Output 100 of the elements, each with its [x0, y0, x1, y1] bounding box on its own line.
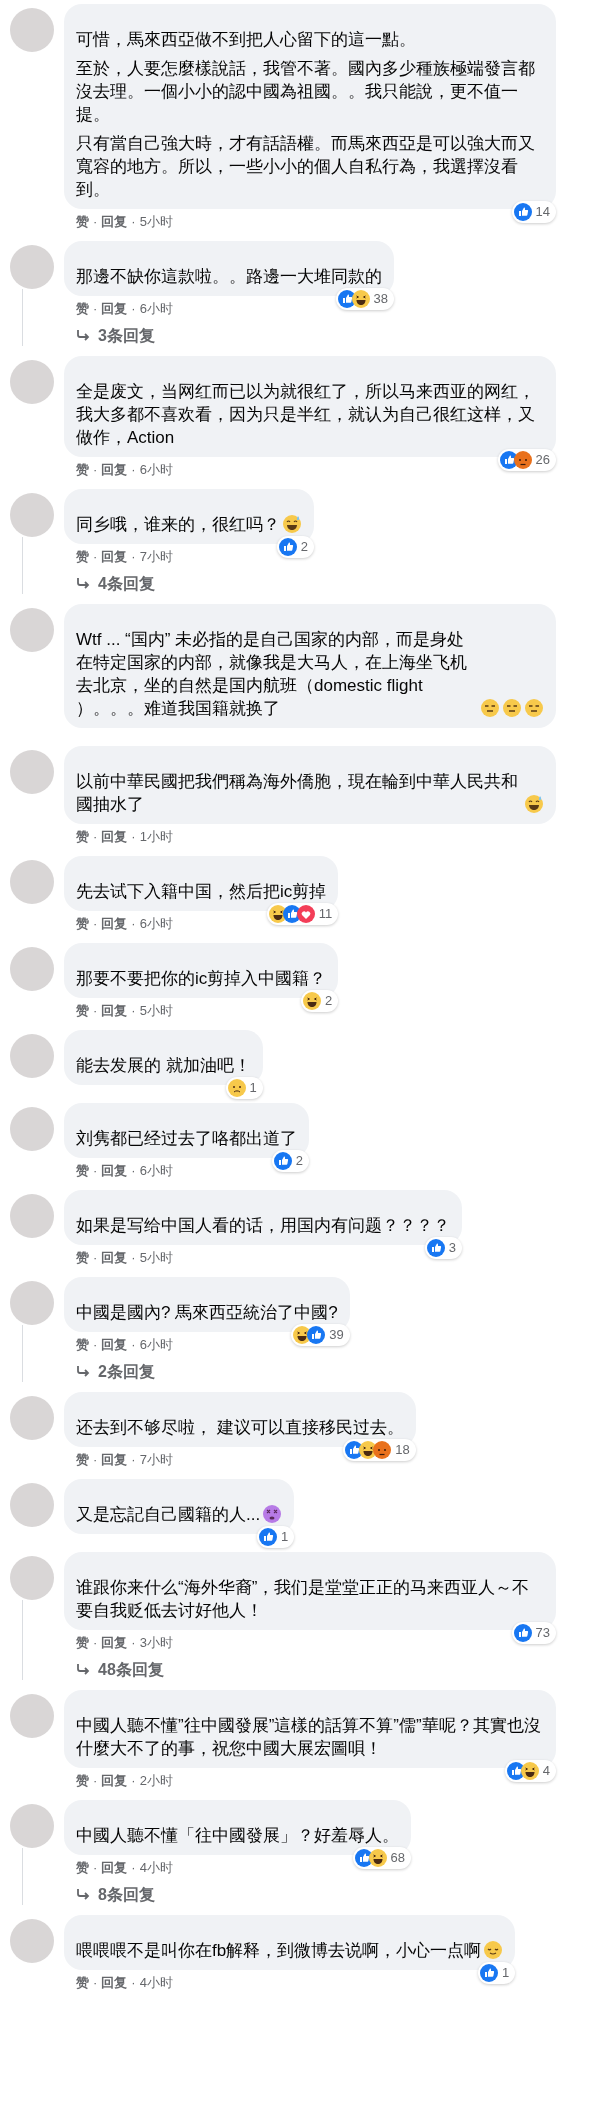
reply-link[interactable]: 回复 [101, 1002, 128, 1020]
comment-text: 中國人聽不懂”往中國發展”這樣的話算不算”儒”華呢？其實也沒什麼大不了的事，祝您中國大展宏圖唄！ [76, 1715, 542, 1760]
separator-dot: · [131, 1974, 136, 1992]
reaction-summary[interactable]: 1 [256, 1526, 295, 1548]
reaction-summary[interactable]: 2 [276, 536, 314, 558]
like-link[interactable]: 赞 [76, 828, 89, 846]
reply-link[interactable]: 回复 [101, 1162, 128, 1180]
reaction-summary[interactable]: 3 [424, 1237, 462, 1259]
reply-link[interactable]: 回复 [101, 548, 128, 566]
avatar[interactable] [10, 860, 54, 904]
view-replies-link[interactable]: 48条回复 [64, 1652, 164, 1680]
like-link[interactable]: 赞 [76, 1859, 89, 1877]
reaction-summary[interactable]: 2 [271, 1150, 309, 1172]
dizzy-emoji-icon [262, 1504, 283, 1524]
like-link[interactable]: 赞 [76, 1772, 89, 1790]
reaction-summary[interactable]: 4 [504, 1760, 556, 1782]
like-link[interactable]: 赞 [76, 1974, 89, 1992]
reply-link[interactable]: 回复 [101, 213, 128, 231]
reaction-count: 4 [542, 1762, 550, 1781]
avatar[interactable] [10, 1034, 54, 1078]
like-link[interactable]: 赞 [76, 1002, 89, 1020]
separator-dot: · [93, 828, 98, 846]
reaction-summary[interactable]: 39 [291, 1324, 350, 1346]
like-reaction-icon [513, 203, 532, 221]
reaction-count: 3 [448, 1239, 456, 1258]
avatar[interactable] [10, 8, 54, 52]
like-link[interactable]: 赞 [76, 1634, 89, 1652]
reaction-summary[interactable]: 73 [511, 1622, 556, 1644]
reaction-summary[interactable]: 26 [497, 449, 556, 471]
like-link[interactable]: 赞 [76, 461, 89, 479]
reaction-summary[interactable]: 1 [225, 1077, 263, 1099]
reply-link[interactable]: 回复 [101, 828, 128, 846]
view-replies-link[interactable]: 4条回复 [64, 566, 155, 594]
reply-link[interactable]: 回复 [101, 1451, 128, 1469]
avatar[interactable] [10, 245, 54, 289]
avatar[interactable] [10, 947, 54, 991]
reply-link[interactable]: 回复 [101, 1772, 128, 1790]
reply-link[interactable]: 回复 [101, 1249, 128, 1267]
avatar[interactable] [10, 1107, 54, 1151]
like-link[interactable]: 赞 [76, 213, 89, 231]
like-link[interactable]: 赞 [76, 1336, 89, 1354]
comment-text: 刘隽都已经过去了咯都出道了 [76, 1128, 297, 1150]
separator-dot: · [93, 1859, 98, 1877]
reply-link[interactable]: 回复 [101, 300, 128, 318]
comment-time: 6小时 [139, 300, 173, 318]
separator-dot: · [93, 461, 98, 479]
reaction-count: 2 [300, 538, 308, 557]
like-link[interactable]: 赞 [76, 1249, 89, 1267]
separator-dot: · [131, 461, 136, 479]
separator-dot: · [93, 1451, 98, 1469]
separator-dot: · [93, 1772, 98, 1790]
reaction-summary[interactable]: 11 [266, 903, 339, 925]
reply-link[interactable]: 回复 [101, 1634, 128, 1652]
like-link[interactable]: 赞 [76, 300, 89, 318]
view-replies-link[interactable]: 3条回复 [64, 318, 155, 346]
reply-arrow-icon [76, 1664, 90, 1676]
reaction-summary[interactable]: 68 [352, 1847, 411, 1869]
avatar[interactable] [10, 1694, 54, 1738]
avatar[interactable] [10, 1194, 54, 1238]
reply-link[interactable]: 回复 [101, 1974, 128, 1992]
avatar[interactable] [10, 493, 54, 537]
avatar[interactable] [10, 1483, 54, 1527]
like-link[interactable]: 赞 [76, 915, 89, 933]
comment-text: 能去发展的 就加油吧！ [76, 1055, 251, 1077]
avatar[interactable] [10, 1804, 54, 1848]
reaction-count: 1 [501, 1964, 510, 1983]
avatar[interactable] [10, 1396, 54, 1440]
like-link[interactable]: 赞 [76, 548, 89, 566]
avatar[interactable] [10, 1556, 54, 1600]
comment-time: 7小时 [139, 1451, 173, 1469]
reply-link[interactable]: 回复 [101, 1859, 128, 1877]
reaction-summary[interactable]: 38 [335, 288, 394, 310]
avatar[interactable] [10, 608, 54, 652]
comment-text: 中國人聽不懂「往中國發展」？好羞辱人。 [76, 1825, 399, 1847]
like-reaction-icon [426, 1239, 445, 1257]
view-replies-link[interactable]: 8条回复 [64, 1877, 155, 1905]
expressionless-emoji-icon [502, 698, 522, 718]
avatar[interactable] [10, 1281, 54, 1325]
reaction-summary[interactable]: 14 [511, 201, 556, 223]
reply-link[interactable]: 回复 [101, 915, 128, 933]
comment-time: 4小时 [139, 1974, 173, 1992]
reaction-count: 14 [535, 203, 550, 222]
separator-dot: · [93, 300, 98, 318]
avatar[interactable] [10, 1919, 54, 1963]
view-replies-link[interactable]: 2条回复 [64, 1354, 155, 1382]
reaction-summary[interactable]: 1 [477, 1962, 516, 1984]
reply-link[interactable]: 回复 [101, 1336, 128, 1354]
reaction-summary[interactable]: 2 [301, 990, 339, 1012]
like-link[interactable]: 赞 [76, 1451, 89, 1469]
reply-link[interactable]: 回复 [101, 461, 128, 479]
laughing-reaction-icon [520, 1762, 539, 1780]
like-link[interactable]: 赞 [76, 1162, 89, 1180]
comment-time: 3小时 [139, 1634, 173, 1652]
comment-text: 那要不要把你的ic剪掉入中國籍？ [76, 968, 327, 990]
avatar[interactable] [10, 750, 54, 794]
reaction-count: 2 [295, 1152, 303, 1171]
reaction-count: 11 [318, 905, 333, 924]
reaction-summary[interactable]: 18 [343, 1439, 416, 1461]
separator-dot: · [93, 915, 98, 933]
avatar[interactable] [10, 360, 54, 404]
